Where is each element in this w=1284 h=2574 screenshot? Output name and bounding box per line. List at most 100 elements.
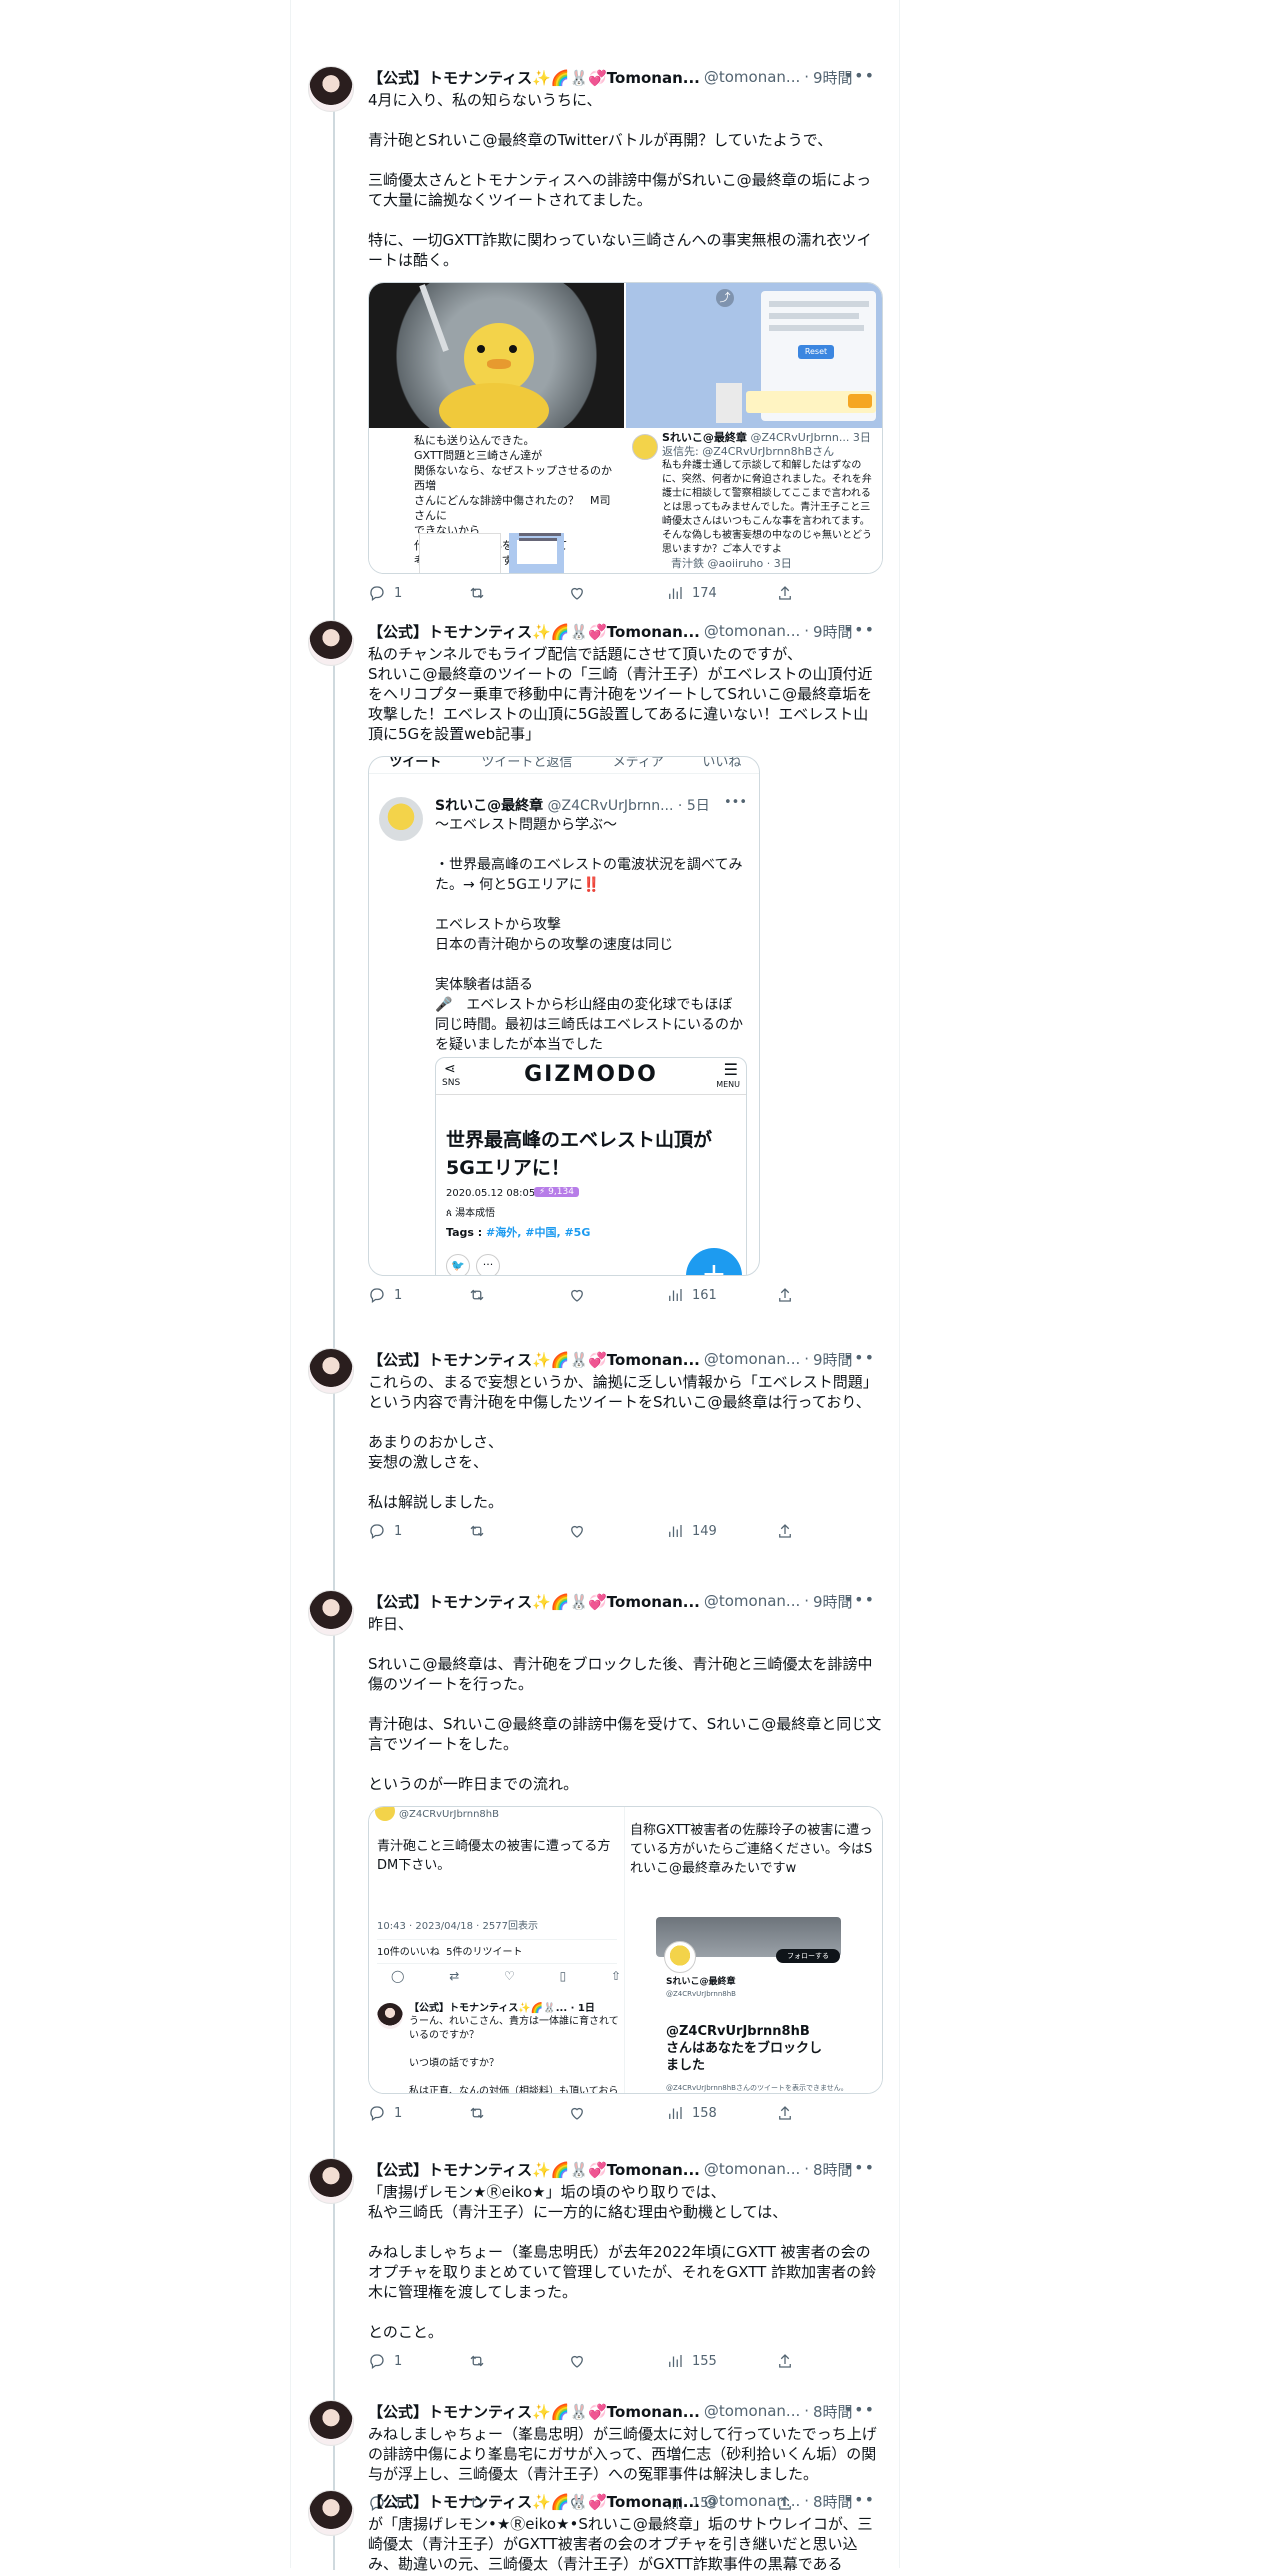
author-handle[interactable]: @tomonan... xyxy=(704,2402,800,2420)
more-options-icon[interactable]: ••• xyxy=(844,1590,875,1609)
author-handle[interactable]: @tomonan... xyxy=(704,2160,800,2178)
reply-button[interactable]: 1 xyxy=(368,584,402,602)
bookmark-icon[interactable]: ▯ xyxy=(560,1969,567,1983)
heart-icon xyxy=(571,587,583,600)
avatar xyxy=(632,434,658,460)
author-handle[interactable]: @tomonan... xyxy=(704,622,800,640)
avatar[interactable] xyxy=(308,2158,354,2204)
heart-icon[interactable]: ♡ xyxy=(504,1969,515,1983)
share-icon[interactable]: ⤴ xyxy=(716,289,734,307)
share-button[interactable] xyxy=(776,1522,794,1540)
reset-button[interactable]: Reset xyxy=(798,345,834,359)
avatar[interactable] xyxy=(308,2400,354,2446)
share-icon xyxy=(779,1288,791,1302)
tweet-media[interactable]: Reset ⤴ 私にも送り込んできた。 GXTT問題と三崎さん達が 関係ないなら… xyxy=(368,282,883,574)
avatar[interactable] xyxy=(308,1590,354,1636)
avatar[interactable] xyxy=(379,797,423,841)
more-options-icon[interactable]: ••• xyxy=(844,66,875,85)
retweet-icon xyxy=(470,1525,484,1537)
tweet-text: 昨日、 Sれいこ@最終章は、青汁砲をブロックした後、青汁砲と三崎優太を誹謗中傷の… xyxy=(368,1615,882,1793)
like-button[interactable] xyxy=(568,2104,586,2122)
author-handle[interactable]: @tomonan... xyxy=(704,1350,800,1368)
tweet-header: 【公式】トモナンティス✨🌈🐰💞Tomonan... @tomonan... · … xyxy=(368,2491,853,2512)
duckling-image[interactable] xyxy=(369,283,624,428)
like-button[interactable] xyxy=(568,2352,586,2370)
tweet-media[interactable]: @Z4CRvUrJbrnn8hB 青汁砲こと三崎優太の被害に遭ってる方 DM下さ… xyxy=(368,1806,883,2094)
more-options-icon[interactable]: ••• xyxy=(844,2400,875,2419)
author-name[interactable]: Sれいこ@最終章 xyxy=(435,798,543,814)
twitter-icon[interactable]: 🐦 xyxy=(446,1254,470,1275)
retweet-button[interactable] xyxy=(468,1286,486,1304)
more-options-icon[interactable]: ••• xyxy=(844,1348,875,1367)
article-card[interactable]: ⋖ SNS GIZMODO ☰ MENU 世界最高峰のエベレスト山頂が5Gエリア… xyxy=(435,1057,747,1275)
views-button[interactable]: 158 xyxy=(666,2104,717,2122)
tab-tweets-replies[interactable]: ツイートと返信 xyxy=(462,757,592,773)
tweet-text: が「唐揚げレモン•★Ⓡeiko★•Sれいこ@最終章」垢のサトウレイコが、三崎優太… xyxy=(368,2515,873,2573)
tweet-text: 「唐揚げレモン★Ⓡeiko★」垢の頃のやり取りでは、 私や三崎氏（青汁王子）に一… xyxy=(368,2183,877,2341)
compose-fab[interactable]: + xyxy=(686,1248,742,1275)
reply-button[interactable]: 1 xyxy=(368,1286,402,1304)
reply-icon xyxy=(370,2354,384,2370)
analytics-icon xyxy=(669,587,682,599)
retweet-button[interactable] xyxy=(468,2104,486,2122)
share-button[interactable] xyxy=(776,2104,794,2122)
menu-icon[interactable]: ☰ xyxy=(724,1060,738,1079)
author-handle[interactable]: @tomonan... xyxy=(704,1592,800,1610)
author-handle[interactable]: @tomonan... xyxy=(704,2492,800,2510)
analytics-icon xyxy=(669,2107,682,2119)
reply-button[interactable]: 1 xyxy=(368,2352,402,2370)
reply-icon[interactable]: ◯ xyxy=(391,1969,404,1983)
tab-media[interactable]: メディア xyxy=(592,757,685,773)
author-handle[interactable]: @tomonan... xyxy=(704,68,800,86)
more-options-icon[interactable]: ••• xyxy=(844,2490,875,2509)
more-icon[interactable]: ··· xyxy=(476,1254,500,1275)
article-title: 世界最高峰のエベレスト山頂が5Gエリアに！ xyxy=(446,1129,713,1179)
avatar[interactable] xyxy=(308,66,354,112)
tab-tweets[interactable]: ツイート xyxy=(369,757,462,773)
quoted-tweet-text: 〜エベレスト問題から学ぶ〜 ・世界最高峰のエベレストの電波状況を調べてみた。→ … xyxy=(435,817,743,1053)
like-button[interactable] xyxy=(568,1522,586,1540)
avatar[interactable] xyxy=(308,1348,354,1394)
media-left-panel: @Z4CRvUrJbrnn8hB 青汁砲こと三崎優太の被害に遭ってる方 DM下さ… xyxy=(369,1807,625,2093)
heart-icon xyxy=(571,2355,583,2368)
heart-icon xyxy=(571,1525,583,1538)
share-button[interactable] xyxy=(776,1286,794,1304)
views-button[interactable]: 149 xyxy=(666,1522,717,1540)
author-name[interactable]: 【公式】トモナンティス✨🌈🐰💞Tomonan... xyxy=(368,2491,700,2512)
reply-button[interactable]: 1 xyxy=(368,1522,402,1540)
retweet-icon[interactable]: ⇄ xyxy=(449,1969,459,1983)
like-button[interactable] xyxy=(568,1286,586,1304)
views-button[interactable]: 161 xyxy=(666,1286,717,1304)
tweet-text: 4月に入り、私の知らないうちに、 青汁砲とSれいこ@最終章のTwitterバトル… xyxy=(368,91,872,269)
author-name[interactable]: 【公式】トモナンティス✨🌈🐰💞Tomonan... xyxy=(368,67,700,88)
retweet-button[interactable] xyxy=(468,2352,486,2370)
tab-likes[interactable]: いいね xyxy=(685,757,759,773)
author-name[interactable]: 【公式】トモナンティス✨🌈🐰💞Tomonan... xyxy=(368,2401,700,2422)
more-options-icon[interactable]: ••• xyxy=(844,2158,875,2177)
reply-button[interactable]: 1 xyxy=(368,2104,402,2122)
follow-button[interactable]: フォローする xyxy=(776,1949,840,1963)
retweet-button[interactable] xyxy=(468,584,486,602)
share-button[interactable] xyxy=(776,584,794,602)
retweet-button[interactable] xyxy=(468,1522,486,1540)
share-icon xyxy=(779,2106,791,2120)
author-name[interactable]: 【公式】トモナンティス✨🌈🐰💞Tomonan... xyxy=(368,621,700,642)
avatar[interactable] xyxy=(308,2490,354,2536)
tweet-actions: 1 161 xyxy=(368,1286,883,1312)
retweet-icon xyxy=(470,2355,484,2367)
more-options-icon[interactable]: ••• xyxy=(844,620,875,639)
author-name[interactable]: 【公式】トモナンティス✨🌈🐰💞Tomonan... xyxy=(368,1591,700,1612)
views-button[interactable]: 155 xyxy=(666,2352,717,2370)
app-screenshot-image[interactable]: Reset ⤴ xyxy=(626,283,882,428)
author-name[interactable]: 【公式】トモナンティス✨🌈🐰💞Tomonan... xyxy=(368,2159,700,2180)
tweet-media[interactable]: ツイート ツイートと返信 メディア いいね Sれいこ@最終章 @Z4CRvUrJ… xyxy=(368,756,760,1276)
author-name[interactable]: 【公式】トモナンティス✨🌈🐰💞Tomonan... xyxy=(368,1349,700,1370)
more-options-icon[interactable]: ••• xyxy=(724,795,747,810)
views-button[interactable]: 174 xyxy=(666,584,717,602)
share-icon[interactable]: ⇧ xyxy=(611,1969,621,1983)
like-button[interactable] xyxy=(568,584,586,602)
share-button[interactable] xyxy=(776,2352,794,2370)
tweet-actions: 1 149 xyxy=(368,1522,883,1548)
reply-icon xyxy=(370,1524,384,1540)
avatar[interactable] xyxy=(308,620,354,666)
